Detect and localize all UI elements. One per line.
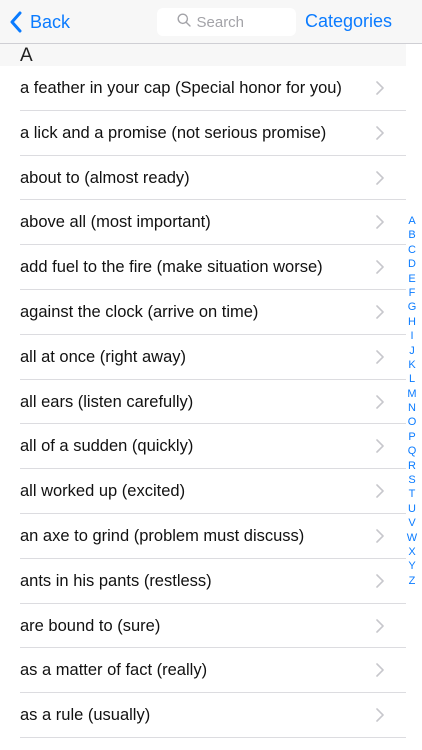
index-letter[interactable]: L	[405, 372, 419, 386]
list-item[interactable]: as a rule (usually)	[20, 693, 406, 738]
search-field[interactable]	[157, 8, 296, 36]
list-item-label: add fuel to the fire (make situation wor…	[20, 258, 323, 277]
chevron-right-icon	[376, 663, 384, 682]
list-item[interactable]: all at once (right away)	[20, 335, 406, 380]
nav-bar: Back Categories	[0, 0, 422, 44]
index-letter[interactable]: P	[405, 430, 419, 444]
list-item[interactable]: as a matter of fact (really)	[20, 648, 406, 694]
phrase-list: a feather in your cap (Special honor for…	[0, 66, 406, 738]
index-letter[interactable]: N	[405, 401, 419, 415]
index-letter[interactable]: E	[405, 272, 419, 286]
list-item[interactable]: are bound to (sure)	[20, 604, 406, 649]
index-letter[interactable]: B	[405, 228, 419, 242]
index-letter[interactable]: T	[405, 487, 419, 501]
index-letter[interactable]: X	[405, 545, 419, 559]
list-item-label: above all (most important)	[20, 213, 211, 232]
index-letter[interactable]: M	[405, 387, 419, 401]
index-letter[interactable]: O	[405, 415, 419, 429]
list-item[interactable]: an axe to grind (problem must discuss)	[20, 514, 406, 559]
list-item[interactable]: above all (most important)	[20, 200, 406, 246]
chevron-right-icon	[376, 573, 384, 593]
index-letter[interactable]: W	[405, 531, 419, 545]
list-item-label: against the clock (arrive on time)	[20, 302, 259, 321]
index-letter[interactable]: Q	[405, 444, 419, 458]
chevron-left-icon	[10, 11, 22, 33]
index-letter[interactable]: V	[405, 516, 419, 530]
list-item[interactable]: all ears (listen carefully)	[20, 380, 406, 425]
list-item[interactable]: all of a sudden (quickly)	[20, 424, 406, 470]
chevron-right-icon	[376, 394, 384, 414]
chevron-right-icon	[376, 125, 384, 145]
search-icon	[177, 13, 191, 32]
chevron-right-icon	[376, 618, 384, 638]
chevron-right-icon	[376, 170, 384, 190]
list-item-label: all ears (listen carefully)	[20, 392, 194, 411]
list-item-label: as a matter of fact (really)	[20, 661, 208, 680]
index-letter[interactable]: D	[405, 257, 419, 271]
index-letter[interactable]: U	[405, 502, 419, 516]
index-letter[interactable]: I	[405, 329, 419, 343]
chevron-right-icon	[376, 439, 384, 458]
list-item-label: an axe to grind (problem must discuss)	[20, 526, 305, 545]
chevron-right-icon	[376, 529, 384, 548]
list-item[interactable]: against the clock (arrive on time)	[20, 290, 406, 335]
section-letter: A	[20, 45, 33, 66]
index-letter[interactable]: R	[405, 459, 419, 473]
index-letter[interactable]: S	[405, 473, 419, 487]
list-item-label: as a rule (usually)	[20, 706, 151, 725]
list-item[interactable]: add fuel to the fire (make situation wor…	[20, 245, 406, 290]
chevron-right-icon	[376, 708, 384, 727]
list-item-label: all at once (right away)	[20, 347, 186, 366]
list-item-label: ants in his pants (restless)	[20, 571, 212, 590]
list-item-label: are bound to (sure)	[20, 616, 161, 635]
list-item[interactable]: ants in his pants (restless)	[20, 559, 406, 604]
list-item-label: all of a sudden (quickly)	[20, 437, 194, 456]
back-label: Back	[30, 11, 71, 32]
index-letter[interactable]: A	[405, 214, 419, 228]
search-input[interactable]	[196, 13, 277, 31]
index-letter[interactable]: C	[405, 243, 419, 257]
list-item[interactable]: all worked up (excited)	[20, 469, 406, 514]
chevron-right-icon	[376, 260, 384, 279]
chevron-right-icon	[376, 81, 384, 100]
index-letter[interactable]: K	[405, 358, 419, 372]
list-item-label: about to (almost ready)	[20, 168, 190, 187]
index-letter[interactable]: F	[405, 286, 419, 300]
section-header: A	[0, 44, 406, 66]
index-letter[interactable]: G	[405, 300, 419, 314]
index-letter[interactable]: J	[405, 344, 419, 358]
index-letter[interactable]: H	[405, 315, 419, 329]
chevron-right-icon	[376, 305, 384, 324]
index-letter[interactable]: Z	[405, 574, 419, 588]
list-item[interactable]: a lick and a promise (not serious promis…	[20, 111, 406, 156]
back-button[interactable]: Back	[10, 9, 70, 35]
alphabet-index[interactable]: ABCDEFGHIJKLMNOPQRSTUVWXYZ	[405, 214, 419, 588]
chevron-right-icon	[376, 215, 384, 234]
chevron-right-icon	[376, 349, 384, 369]
list-item[interactable]: a feather in your cap (Special honor for…	[20, 66, 406, 111]
list-item[interactable]: about to (almost ready)	[20, 156, 406, 201]
list-item-label: all worked up (excited)	[20, 482, 186, 501]
list-item-label: a lick and a promise (not serious promis…	[20, 123, 327, 142]
index-letter[interactable]: Y	[405, 559, 419, 573]
categories-button[interactable]: Categories	[305, 11, 392, 32]
list-item-label: a feather in your cap (Special honor for…	[20, 79, 342, 97]
chevron-right-icon	[376, 484, 384, 503]
